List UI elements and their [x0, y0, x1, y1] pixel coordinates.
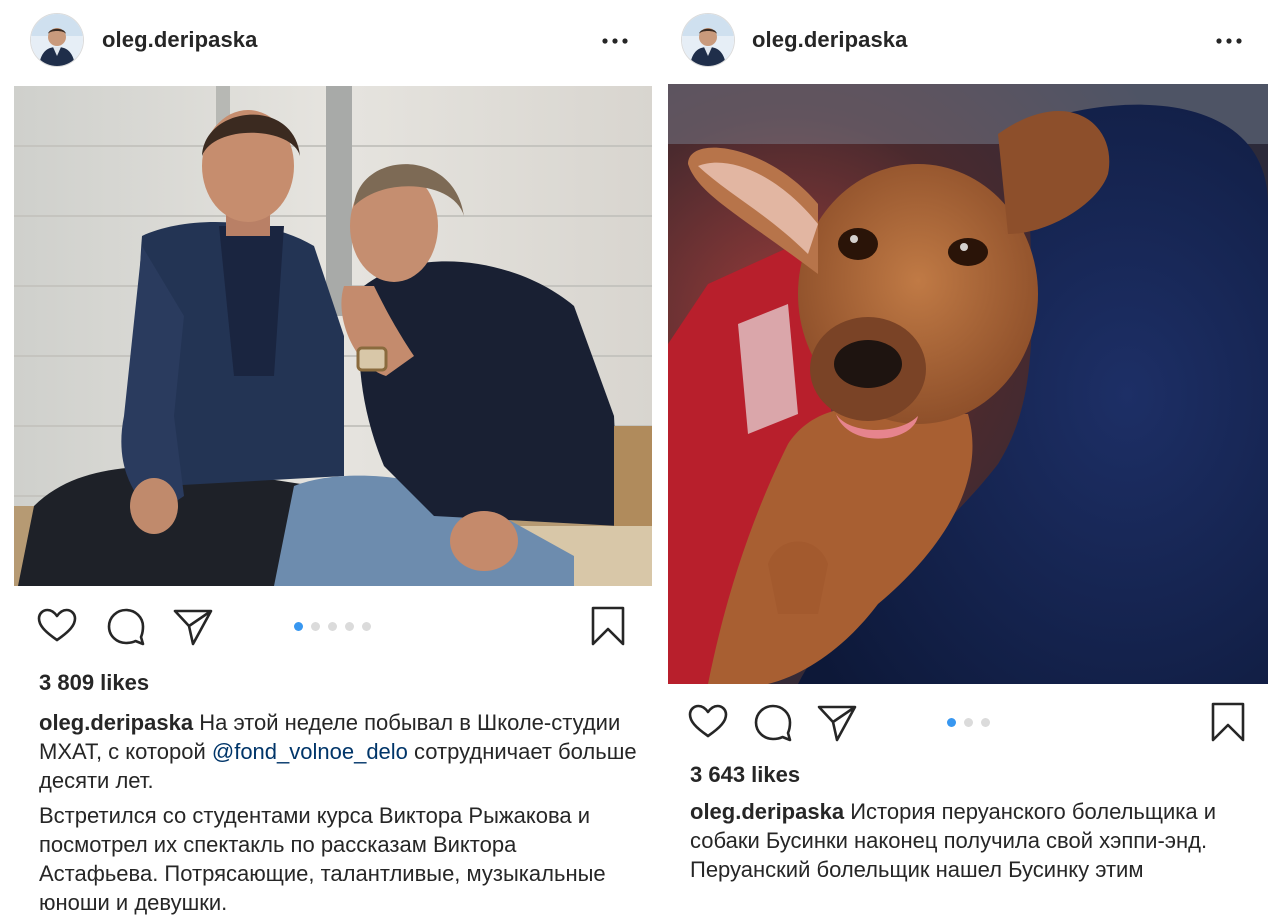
likes-count[interactable]: 3 809 likes	[39, 670, 149, 696]
instagram-post-1: oleg.deripaska 3 809 likes oleg.deripask…	[0, 0, 652, 916]
bookmark-icon	[591, 606, 625, 646]
more-dots-icon	[1216, 38, 1242, 44]
post-photo[interactable]	[14, 86, 652, 586]
paper-plane-icon	[817, 705, 857, 742]
likes-count[interactable]: 3 643 likes	[690, 762, 800, 788]
post-username[interactable]: oleg.deripaska	[102, 27, 257, 53]
heart-icon	[37, 608, 77, 642]
like-button[interactable]	[686, 700, 730, 744]
carousel-dot	[362, 622, 371, 631]
comment-button[interactable]	[104, 604, 148, 648]
post-actions	[0, 602, 652, 652]
carousel-dot	[947, 718, 956, 727]
share-button[interactable]	[171, 604, 215, 648]
caption-paragraph: oleg.deripaska На этой неделе побывал в …	[39, 708, 639, 795]
avatar[interactable]	[31, 14, 83, 66]
instagram-post-2: oleg.deripaska 3 643 likes oleg.deripask…	[662, 0, 1280, 916]
carousel-dot	[981, 718, 990, 727]
comment-icon	[754, 704, 792, 742]
post-actions	[662, 698, 1280, 748]
more-dots-icon	[602, 38, 628, 44]
post-header: oleg.deripaska	[0, 0, 652, 82]
post-username[interactable]: oleg.deripaska	[752, 27, 907, 53]
carousel-dot	[328, 622, 337, 631]
caption-mention-link[interactable]: @fond_volnoe_delo	[212, 739, 408, 764]
comment-icon	[107, 608, 145, 646]
carousel-dot	[964, 718, 973, 727]
photo-two-men-seated	[14, 86, 652, 586]
share-button[interactable]	[815, 700, 859, 744]
carousel-dot	[311, 622, 320, 631]
photo-puppy-on-shoulder	[668, 84, 1268, 684]
caption-username[interactable]: oleg.deripaska	[690, 799, 844, 824]
avatar[interactable]	[682, 14, 734, 66]
like-button[interactable]	[35, 604, 79, 648]
post-divider	[652, 0, 662, 916]
post-photo[interactable]	[668, 84, 1268, 684]
comment-button[interactable]	[751, 700, 795, 744]
paper-plane-icon	[173, 609, 213, 646]
heart-icon	[688, 704, 728, 738]
bookmark-icon	[1211, 702, 1245, 742]
more-options-button[interactable]	[596, 24, 636, 58]
caption-username[interactable]: oleg.deripaska	[39, 710, 193, 735]
carousel-indicator	[294, 622, 371, 631]
save-button[interactable]	[586, 604, 630, 648]
carousel-dot	[345, 622, 354, 631]
post-header: oleg.deripaska	[662, 0, 1280, 82]
caption-paragraph-2: Встретился со студентами курса Виктора Р…	[39, 803, 606, 915]
carousel-indicator	[947, 718, 990, 727]
carousel-dot	[294, 622, 303, 631]
post-caption: oleg.deripaska История перуанского болел…	[690, 797, 1260, 890]
save-button[interactable]	[1206, 700, 1250, 744]
caption-paragraph: oleg.deripaska История перуанского болел…	[690, 797, 1260, 884]
post-caption: oleg.deripaska На этой неделе побывал в …	[39, 708, 639, 923]
more-options-button[interactable]	[1210, 24, 1250, 58]
